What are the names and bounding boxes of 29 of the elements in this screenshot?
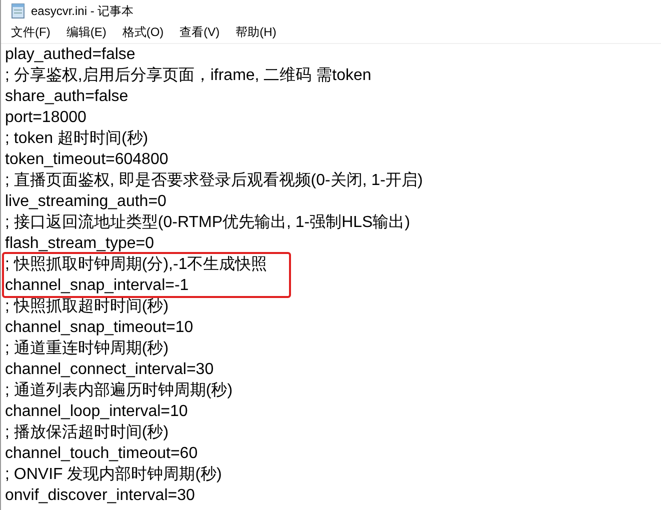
text-line: channel_loop_interval=10 <box>5 402 189 422</box>
text-line: token_timeout=604800 <box>5 150 170 170</box>
text-line: ; 分享鉴权,启用后分享页面，iframe, 二维码 需token <box>5 66 372 86</box>
text-line: ; ONVIF 发现内部时钟周期(秒) <box>5 464 223 485</box>
text-line: port=18000 <box>5 108 88 128</box>
menu-item[interactable]: 格式(O) <box>120 23 166 42</box>
text-line: ; 通道列表内部遍历时钟周期(秒) <box>5 380 234 401</box>
text-line: ; 快照抓取时钟周期(分),-1不生成快照 <box>5 254 268 275</box>
menu-item[interactable]: 文件(F) <box>9 23 52 42</box>
text-line: onvif_discover_interval=30 <box>5 486 196 506</box>
menu-item[interactable]: 帮助(H) <box>234 23 278 42</box>
notepad-icon <box>11 3 25 19</box>
text-line: ; 接口返回流地址类型(0-RTMP优先输出, 1-强制HLS输出) <box>5 212 412 233</box>
text-line: ; 直播页面鉴权, 即是否要求登录后观看视频(0-关闭, 1-开启) <box>5 170 424 191</box>
text-line: live_streaming_auth=0 <box>5 192 168 212</box>
text-line: channel_snap_interval=-1 <box>5 276 190 296</box>
text-line: channel_connect_interval=30 <box>5 360 215 380</box>
text-line: flash_stream_type=0 <box>5 234 155 254</box>
window-title: easycvr.ini - 记事本 <box>31 2 134 20</box>
text-line: ; token 超时时间(秒) <box>5 128 150 149</box>
text-line: ; 通道重连时钟周期(秒) <box>5 338 170 359</box>
menu-item[interactable]: 编辑(E) <box>64 23 108 42</box>
text-line: channel_touch_timeout=60 <box>5 444 199 464</box>
text-line: play_authed=false <box>5 45 136 65</box>
menu-item[interactable]: 查看(V) <box>178 23 222 42</box>
text-line: channel_snap_timeout=10 <box>5 318 194 338</box>
text-line: ; 快照抓取超时时间(秒) <box>5 296 170 317</box>
text-line: ; 播放保活超时时间(秒) <box>5 422 170 443</box>
text-line: share_auth=false <box>5 87 130 107</box>
